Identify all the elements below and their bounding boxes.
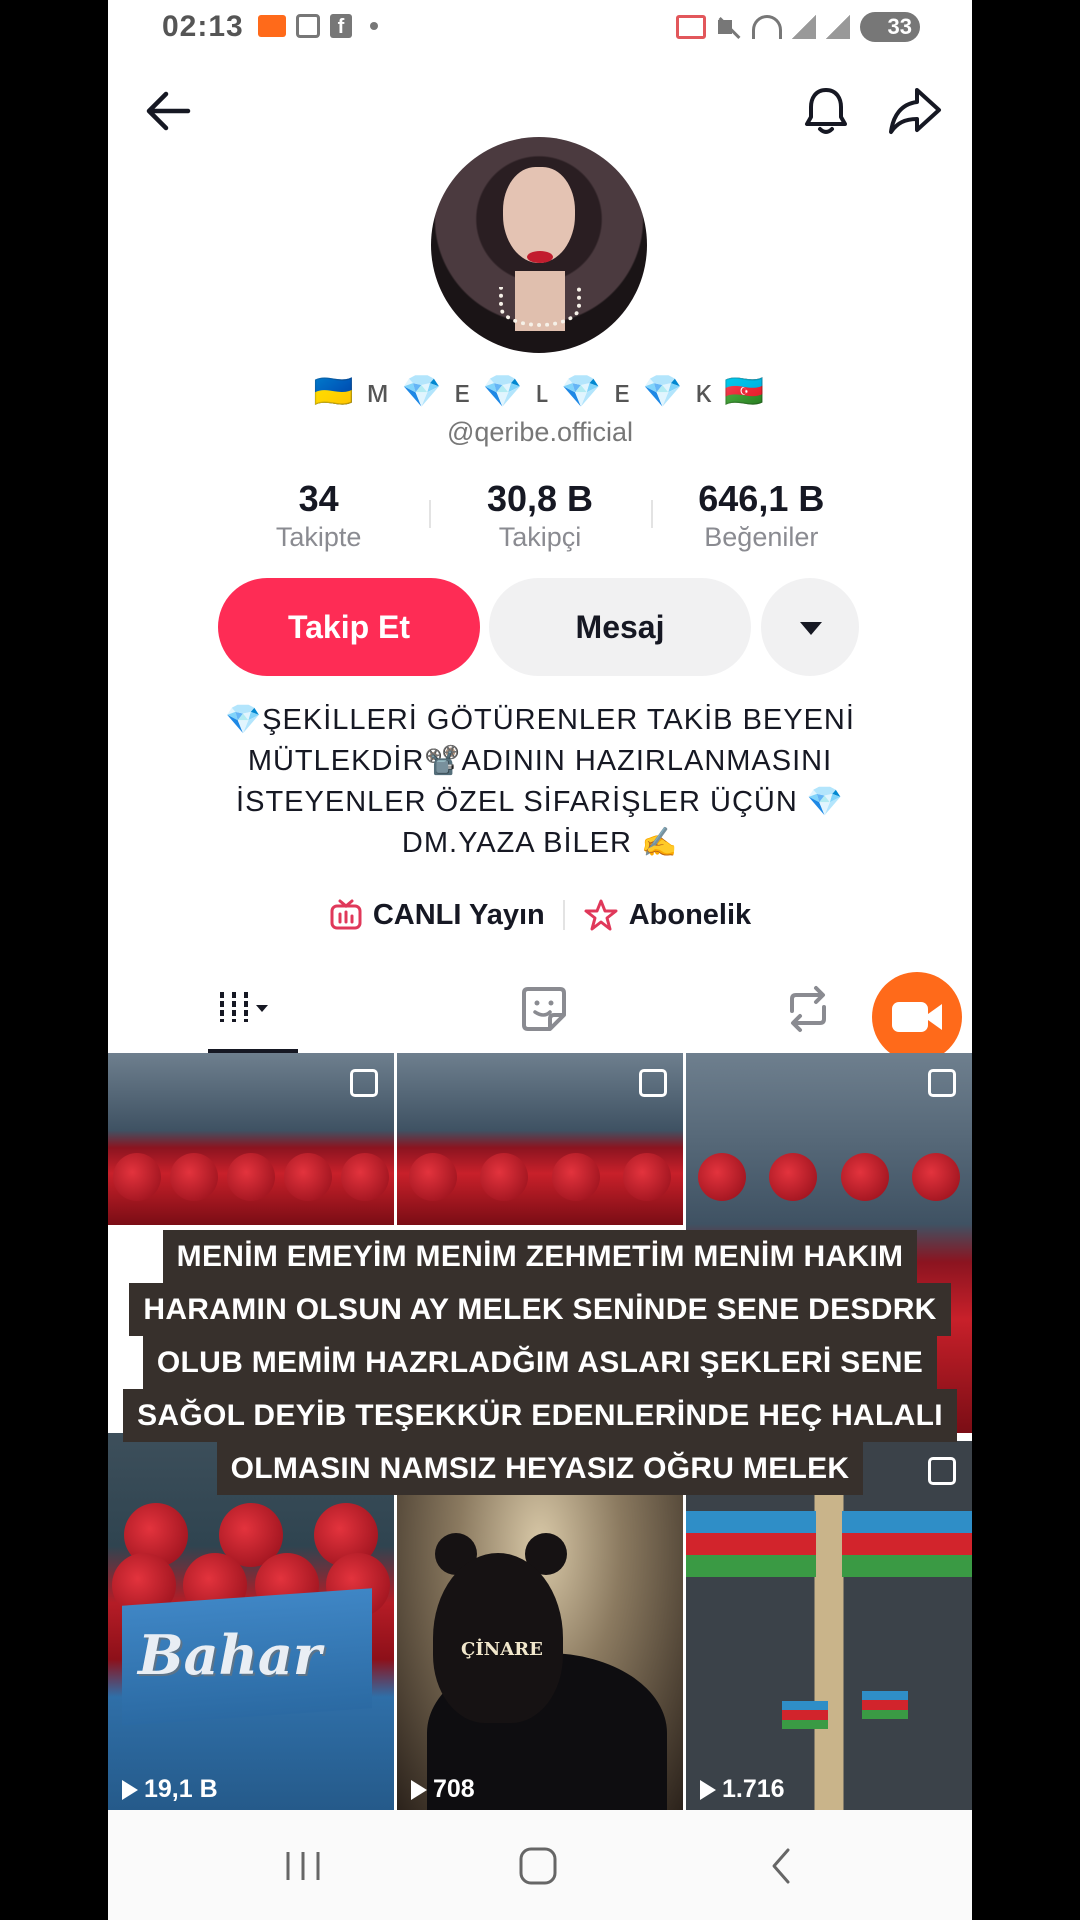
message-button[interactable]: Mesaj	[489, 578, 751, 676]
view-count: 708	[411, 1775, 475, 1804]
live-tv-icon	[330, 899, 362, 930]
caption-line: HARAMIN OLSUN AY MELEK SENİNDE SENE DESD…	[129, 1283, 951, 1336]
video-thumbnail[interactable]: 1.716	[686, 1441, 972, 1810]
bio-line: 💎ŞEKİLLERİ GÖTÜRENLER TAKİB BEYENİ	[225, 704, 855, 736]
caption-line: SAĞOL DEYİB TEŞEKKÜR EDENLERİNDE HEÇ HAL…	[123, 1389, 957, 1442]
recent-apps-icon	[286, 1852, 320, 1880]
status-left-icons: f	[258, 14, 378, 38]
cast-icon	[676, 15, 706, 39]
signal-2-icon	[826, 15, 850, 39]
live-link-label: CANLI Yayın	[372, 898, 545, 931]
profile-avatar[interactable]	[431, 137, 647, 353]
star-badge-icon	[584, 899, 618, 931]
stat-label: Takipte	[275, 522, 362, 552]
profile-tabs	[108, 965, 972, 1053]
status-time: 02:13	[162, 10, 244, 43]
share-button[interactable]	[883, 80, 947, 140]
phone-screen: 02:13 f 33 🇺🇦 ᴍ 💎 ᴇ 💎 ʟ 💎 ᴇ 💎 ᴋ 🇦🇿 @qeri…	[108, 0, 972, 1920]
subscription-link[interactable]: Abonelik	[583, 898, 751, 932]
video-thumbnail[interactable]	[397, 1053, 683, 1225]
caption-line: OLUB MEMİM HAZRLADĞIM ASLARI ŞEKLERİ SEN…	[142, 1336, 938, 1389]
mute-icon	[716, 14, 742, 40]
profile-links: CANLI Yayın Abonelik	[108, 892, 972, 938]
stat-followers[interactable]: 30,8 B Takipçi	[429, 478, 650, 558]
stat-value: 34	[298, 478, 339, 519]
follow-button[interactable]: Takip Et	[218, 578, 480, 676]
recent-apps-button[interactable]	[278, 1846, 328, 1891]
stat-following[interactable]: 34 Takipte	[208, 478, 429, 558]
wifi-icon	[752, 15, 782, 39]
back-button[interactable]	[138, 82, 198, 142]
play-icon	[700, 1779, 716, 1800]
caret-down-icon	[800, 622, 822, 635]
home-button[interactable]	[516, 1846, 560, 1891]
thumbnail-text: Bahar	[138, 1623, 322, 1687]
view-count: 1.716	[700, 1775, 785, 1804]
share-arrow-icon	[889, 88, 941, 134]
bell-icon	[805, 88, 847, 134]
arrow-left-icon	[146, 91, 191, 131]
pinned-icon	[350, 1069, 378, 1097]
status-right-icons: 33	[676, 12, 920, 42]
video-caption-overlay: MENİM EMEYİM MENİM ZEHMETİM MENİM HAKIM …	[108, 1230, 972, 1495]
suggested-accounts-button[interactable]	[761, 578, 859, 676]
video-grid-icon	[220, 992, 268, 1022]
play-icon	[122, 1779, 138, 1800]
more-notifications-icon	[370, 22, 378, 30]
pinned-icon	[928, 1069, 956, 1097]
profile-stats: 34 Takipte 30,8 B Takipçi 646,1 B Beğeni…	[208, 478, 872, 558]
screen-record-icon	[258, 15, 286, 37]
profile-bio: 💎ŞEKİLLERİ GÖTÜRENLER TAKİB BEYENİ MÜTLE…	[198, 700, 882, 864]
signal-icon	[792, 15, 816, 39]
video-thumbnail[interactable]	[108, 1053, 394, 1225]
play-icon	[411, 1779, 427, 1800]
stat-label: Takipçi	[498, 522, 582, 552]
subscription-link-label: Abonelik	[628, 898, 752, 931]
pinned-icon	[639, 1069, 667, 1097]
stat-label: Beğeniler	[704, 522, 819, 552]
caption-line: OLMASIN NAMSIZ HEYASIZ OĞRU MELEK	[216, 1442, 864, 1495]
bio-line: DM.YAZA BİLER ✍️	[401, 827, 679, 859]
system-back-button[interactable]	[762, 1846, 802, 1891]
thumbnail-text: ÇİNARE	[461, 1639, 543, 1660]
notifications-button[interactable]	[796, 80, 856, 140]
stat-likes[interactable]: 646,1 B Beğeniler	[650, 478, 872, 558]
video-camera-icon	[892, 1002, 942, 1032]
stat-value: 646,1 B	[698, 478, 825, 519]
home-icon	[519, 1847, 557, 1885]
bio-line: MÜTLEKDİR📽️ADININ HAZIRLANMASINI	[247, 745, 833, 777]
view-count: 19,1 B	[122, 1775, 218, 1804]
live-floating-button[interactable]	[872, 972, 962, 1062]
status-bar: 02:13 f 33	[108, 0, 972, 56]
chevron-left-icon	[772, 1848, 790, 1884]
battery-icon: 33	[860, 12, 920, 42]
system-navigation-bar	[108, 1810, 972, 1920]
screenshot-icon	[296, 14, 320, 38]
tab-favorites[interactable]	[516, 965, 572, 1053]
repost-icon	[790, 986, 826, 1032]
stat-value: 30,8 B	[486, 478, 594, 519]
live-link[interactable]: CANLI Yayın	[329, 898, 545, 932]
tab-videos[interactable]	[208, 965, 312, 1053]
bio-line: İSTEYENLER ÖZEL SİFARİŞLER ÜÇÜN 💎	[236, 786, 844, 818]
tab-reposts[interactable]	[780, 965, 836, 1053]
display-name: 🇺🇦 ᴍ 💎 ᴇ 💎 ʟ 💎 ᴇ 💎 ᴋ 🇦🇿	[313, 373, 767, 409]
sticker-icon	[522, 987, 566, 1031]
caption-line: MENİM EMEYİM MENİM ZEHMETİM MENİM HAKIM	[162, 1230, 918, 1283]
links-divider	[562, 900, 565, 930]
facebook-icon: f	[330, 14, 352, 38]
username: @qeribe.official	[446, 417, 633, 447]
